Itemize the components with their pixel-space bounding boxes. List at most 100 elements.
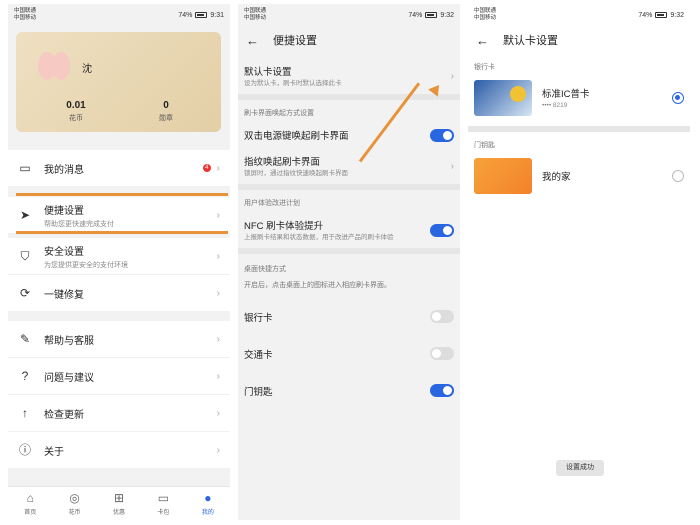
menu-item-label: 便捷设置 — [44, 205, 84, 217]
menu-item-quick-settings[interactable]: ➤ 便捷设置 帮助您更快速完成支付 › — [8, 197, 230, 234]
fingerprint-row[interactable]: 指纹唤起刷卡界面锁屏时，通过指纹快速唤起刷卡界面 › — [238, 148, 460, 184]
menu-item-label: 问题与建议 — [44, 372, 94, 384]
page-title: 默认卡设置 — [503, 35, 558, 47]
tab-label: 优惠 — [113, 510, 126, 516]
shortcut-key-toggle[interactable] — [430, 384, 454, 397]
battery-icon — [425, 12, 438, 18]
info-icon: ⓘ — [18, 443, 31, 457]
bank-card-row[interactable]: 标准IC普卡 •••• 8219 — [468, 76, 690, 126]
my-page-screen: 中国联通 中国移动 74% 9:31 沈 0.01 花币 0 勋章 ▭ 我的消息 4… — [8, 4, 230, 520]
unread-badge: 4 — [202, 164, 211, 172]
home-icon: ⌂ — [26, 491, 34, 505]
chevron-right-icon: › — [216, 370, 220, 382]
tab-coins[interactable]: ◎ 花币 — [52, 487, 96, 520]
menu-item-help[interactable]: ✎ 帮助与客服 › — [8, 321, 230, 358]
door-key-row[interactable]: 我的家 — [468, 154, 690, 198]
menu-item-label: 关于 — [44, 446, 64, 458]
row-title: 双击电源键唤起刷卡界面 — [244, 131, 349, 142]
profile-card[interactable]: 沈 0.01 花币 0 勋章 — [16, 32, 221, 132]
repair-icon: ⟳ — [19, 286, 31, 300]
menu-item-subtitle: 帮助您更快速完成支付 — [44, 220, 114, 228]
menu-item-label: 检查更新 — [44, 409, 84, 421]
row-title: 默认卡设置 — [244, 67, 292, 78]
tab-label: 卡包 — [157, 510, 170, 516]
badges-value: 0 — [163, 100, 169, 111]
menu-item-label: 一键修复 — [44, 289, 84, 301]
default-card-row[interactable]: 默认卡设置 设为默认卡，刷卡时默认选择此卡 › — [238, 54, 460, 94]
menu-item-label: 我的消息 — [44, 164, 84, 176]
avatar[interactable] — [36, 50, 72, 84]
menu-group-3: ⛉ 安全设置 为您提供更安全的支付环境 › ⟳ 一键修复 › — [8, 238, 230, 312]
user-icon: ● — [204, 491, 212, 505]
chevron-right-icon: › — [216, 407, 220, 419]
battery-level: 74% — [408, 11, 423, 19]
row-subtitle: 锁屏时，通过指纹快速唤起刷卡界面 — [244, 170, 348, 177]
menu-item-security[interactable]: ⛉ 安全设置 为您提供更安全的支付环境 › — [8, 238, 230, 275]
badges-stat[interactable]: 0 勋章 — [136, 100, 196, 123]
clock: 9:32 — [440, 11, 454, 19]
back-arrow-icon[interactable]: ← — [246, 33, 259, 48]
menu-group-1: ▭ 我的消息 4 › — [8, 150, 230, 187]
menu-item-about[interactable]: ⓘ 关于 › — [8, 432, 230, 469]
shortcut-key-row: 门钥匙 — [238, 372, 460, 409]
coins-stat[interactable]: 0.01 花币 — [46, 100, 106, 123]
row-title: 交通卡 — [244, 349, 273, 361]
tab-me[interactable]: ● 我的 — [186, 487, 230, 520]
menu-item-label: 帮助与客服 — [44, 335, 94, 347]
power-key-toggle[interactable] — [430, 128, 454, 142]
message-icon: ▭ — [19, 161, 31, 175]
section-description: 开启后，点击桌面上的图标进入相应刷卡界面。 — [244, 282, 391, 289]
gift-icon: ⊞ — [113, 491, 125, 505]
quick-settings-screen: 中国联通 中国移动 74% 9:32 ← 便捷设置 默认卡设置 设为默认卡，刷卡时默认… — [238, 4, 460, 520]
menu-item-update[interactable]: ↑ 检查更新 › — [8, 395, 230, 432]
row-title: 指纹唤起刷卡界面 — [244, 157, 321, 168]
card-name: 我的家 — [542, 172, 571, 183]
carrier-2: 中国移动 — [244, 15, 267, 21]
clock: 9:31 — [210, 11, 224, 19]
chevron-right-icon: › — [216, 209, 220, 221]
coin-icon: ◎ — [69, 491, 80, 505]
chevron-right-icon: › — [450, 160, 454, 172]
clock: 9:32 — [670, 11, 684, 19]
row-title: 银行卡 — [244, 312, 273, 324]
carrier-1: 中国联通 — [244, 8, 267, 14]
chevron-right-icon: › — [216, 162, 220, 174]
carrier-1: 中国联通 — [474, 8, 497, 14]
nav-bar: ← 便捷设置 — [238, 26, 460, 54]
menu-item-messages[interactable]: ▭ 我的消息 4 › — [8, 150, 230, 187]
door-key-radio[interactable] — [672, 170, 684, 182]
tab-label: 首页 — [24, 510, 37, 516]
coins-label: 花币 — [69, 115, 83, 122]
section-header: 银行卡 — [474, 64, 495, 71]
shortcut-bank-toggle[interactable] — [430, 310, 454, 323]
door-key-image — [474, 158, 532, 194]
chevron-right-icon: › — [216, 250, 220, 262]
battery-level: 74% — [178, 11, 193, 19]
shield-icon: ⛉ — [20, 249, 30, 263]
menu-item-repair[interactable]: ⟳ 一键修复 › — [8, 275, 230, 312]
shortcut-transit-toggle[interactable] — [430, 347, 454, 360]
menu-item-label: 安全设置 — [44, 246, 84, 258]
status-bar: 中国联通 中国移动 74% 9:32 — [468, 4, 690, 26]
back-arrow-icon[interactable]: ← — [476, 33, 489, 48]
status-bar: 中国联通 中国移动 74% 9:32 — [238, 4, 460, 26]
carrier-2: 中国移动 — [474, 15, 497, 21]
chevron-right-icon: › — [216, 333, 220, 345]
nfc-toggle[interactable] — [430, 223, 454, 237]
status-bar: 中国联通 中国移动 74% 9:31 — [8, 4, 230, 26]
tab-home[interactable]: ⌂ 首页 — [8, 487, 52, 520]
chevron-right-icon: › — [216, 287, 220, 299]
tab-offers[interactable]: ⊞ 优惠 — [97, 487, 141, 520]
chevron-right-icon: › — [450, 70, 454, 82]
carrier-2: 中国移动 — [14, 15, 37, 21]
row-title: 门钥匙 — [244, 386, 273, 398]
default-card-screen: 中国联通 中国移动 74% 9:32 ← 默认卡设置 银行卡 标准IC普卡 •••• … — [468, 4, 690, 520]
username: 沈 — [82, 64, 92, 75]
power-key-row: 双击电源键唤起刷卡界面 — [238, 122, 460, 148]
coins-value: 0.01 — [66, 100, 86, 111]
menu-item-feedback[interactable]: ? 问题与建议 › — [8, 358, 230, 395]
update-icon: ↑ — [22, 406, 28, 420]
tab-wallet[interactable]: ▭ 卡包 — [141, 487, 185, 520]
bank-card-radio[interactable] — [672, 92, 684, 104]
carrier-1: 中国联通 — [14, 8, 37, 14]
